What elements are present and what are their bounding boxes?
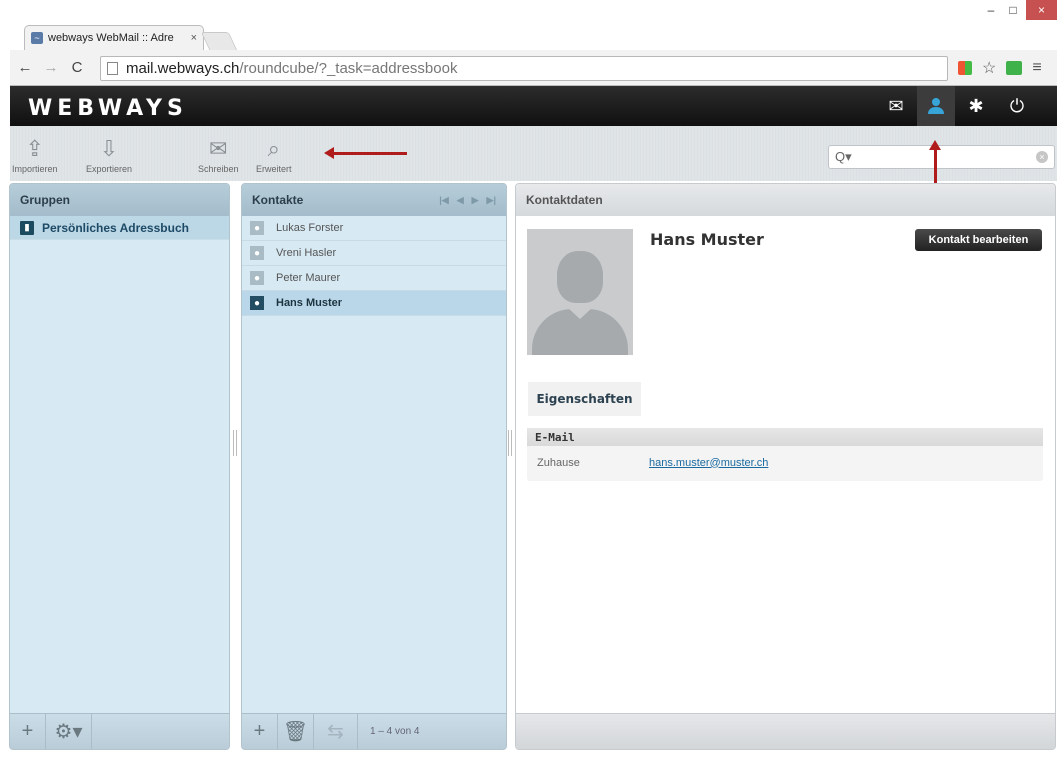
person-icon: ●: [250, 221, 264, 235]
person-icon: ●: [250, 296, 264, 310]
back-arrow-icon[interactable]: ←: [14, 57, 36, 79]
compose-mail-icon: ✉: [209, 136, 228, 161]
annotation-arrow-left: [324, 147, 407, 159]
quick-search-input[interactable]: Q▾ ×: [828, 145, 1055, 169]
address-host: mail.webways.ch: [126, 60, 240, 77]
export-button[interactable]: ⇩ Exportieren: [86, 134, 132, 174]
move-contact-icon[interactable]: ⇆: [314, 713, 358, 749]
email-row: Zuhause hans.muster@muster.ch: [527, 446, 1043, 479]
contact-name: Hans Muster: [276, 297, 343, 309]
contact-fullname: Hans Muster: [650, 230, 764, 249]
close-window-icon[interactable]: ×: [1026, 0, 1057, 20]
tab-properties[interactable]: Eigenschaften: [528, 382, 641, 416]
contact-name: Lukas Forster: [276, 222, 344, 234]
next-page-icon[interactable]: ▶: [472, 195, 479, 206]
webways-favicon-icon: ~: [31, 32, 43, 44]
contact-photo: [527, 229, 633, 355]
contacts-title: Kontakte: [252, 193, 304, 207]
delete-trash-icon[interactable]: 🗑: [278, 713, 314, 749]
export-icon: ⇩: [99, 136, 119, 161]
tab-title: webways WebMail :: Adre: [48, 32, 174, 44]
contact-details-panel: Kontaktdaten Hans Muster Kontakt bearbei…: [515, 183, 1056, 750]
app-header: WEBWAYS ✉ ✱ ⏻: [10, 86, 1057, 126]
group-item-label: Persönliches Adressbuch: [42, 220, 189, 235]
new-tab-button[interactable]: [200, 32, 238, 50]
first-page-icon[interactable]: |◀: [439, 195, 448, 206]
email-type-label: Zuhause: [537, 456, 580, 469]
last-page-icon[interactable]: ▶|: [487, 195, 496, 206]
export-label: Exportieren: [86, 164, 133, 174]
maximize-icon[interactable]: □: [1002, 0, 1024, 20]
group-item[interactable]: ▮ Persönliches Adressbuch: [10, 216, 229, 240]
address-bar[interactable]: mail.webways.ch/roundcube/?_task=address…: [100, 56, 948, 81]
advanced-search-button[interactable]: ⌕ Erweitert: [256, 134, 292, 174]
details-footer: [516, 713, 1055, 749]
email-link[interactable]: hans.muster@muster.ch: [649, 457, 768, 469]
webways-logo: WEBWAYS: [28, 96, 188, 121]
search-options-icon[interactable]: Q▾: [835, 149, 852, 165]
mail-icon[interactable]: ✉: [877, 86, 915, 126]
clear-search-icon[interactable]: ×: [1036, 151, 1048, 163]
extension-icon[interactable]: [958, 61, 972, 75]
import-icon: ⇪: [25, 136, 44, 161]
contact-name: Vreni Hasler: [276, 247, 337, 259]
import-label: Importieren: [12, 164, 58, 174]
address-path: /roundcube/?_task=addressbook: [239, 60, 458, 77]
browser-tab[interactable]: ~ webways WebMail :: Adre ×: [24, 25, 204, 50]
group-options-gear-icon[interactable]: ⚙▾: [46, 713, 92, 749]
prev-page-icon[interactable]: ◀: [457, 195, 464, 206]
extension-green-icon[interactable]: [1006, 61, 1023, 75]
person-icon: ●: [250, 271, 264, 285]
splitter-handle[interactable]: [233, 430, 237, 456]
groups-panel: Gruppen ▮ Persönliches Adressbuch + ⚙▾: [9, 183, 230, 750]
contacts-footer: + 🗑 ⇆ 1 – 4 von 4: [242, 713, 506, 749]
import-button[interactable]: ⇪ Importieren: [12, 134, 58, 174]
contact-row[interactable]: ● Peter Maurer: [242, 266, 506, 291]
groups-footer: + ⚙▾: [10, 713, 229, 749]
logout-power-icon[interactable]: ⏻: [998, 86, 1036, 126]
addressbook-icon: ▮: [20, 220, 34, 235]
minimize-icon[interactable]: –: [980, 0, 1002, 20]
contact-row[interactable]: ● Vreni Hasler: [242, 241, 506, 266]
browser-navbar: ← → C mail.webways.ch/roundcube/?_task=a…: [10, 50, 1057, 86]
email-section: E-Mail Zuhause hans.muster@muster.ch: [527, 428, 1043, 481]
contact-row[interactable]: ● Lukas Forster: [242, 216, 506, 241]
groups-header: Gruppen: [10, 184, 229, 216]
tab-close-icon[interactable]: ×: [191, 32, 197, 44]
advanced-label: Erweitert: [256, 164, 292, 174]
splitter-handle[interactable]: [508, 430, 512, 456]
add-contact-button[interactable]: +: [242, 713, 278, 749]
contacts-panel: Kontakte |◀ ◀ ▶ ▶| ● Lukas Forster ● Vre…: [241, 183, 507, 750]
browser-tabstrip: ~ webways WebMail :: Adre × – □ ×: [0, 0, 1057, 50]
compose-button[interactable]: ✉ Schreiben: [198, 134, 239, 174]
add-group-button[interactable]: +: [10, 713, 46, 749]
contacts-header: Kontakte |◀ ◀ ▶ ▶|: [242, 184, 506, 216]
menu-icon[interactable]: ≡: [1032, 59, 1041, 77]
pager: |◀ ◀ ▶ ▶|: [439, 195, 496, 206]
search-icon: ⌕: [267, 136, 280, 161]
contact-count: 1 – 4 von 4: [370, 726, 420, 737]
forward-arrow-icon[interactable]: →: [40, 57, 62, 79]
edit-contact-button[interactable]: Kontakt bearbeiten: [915, 229, 1042, 251]
contact-name: Peter Maurer: [276, 272, 341, 284]
compose-label: Schreiben: [198, 164, 239, 174]
email-section-title: E-Mail: [527, 428, 1043, 446]
settings-gear-icon[interactable]: ✱: [957, 86, 995, 126]
details-header: Kontaktdaten: [516, 184, 1055, 216]
reload-icon[interactable]: C: [66, 57, 88, 79]
person-icon: ●: [250, 246, 264, 260]
contact-row-selected[interactable]: ● Hans Muster: [242, 291, 506, 316]
page-icon: [107, 62, 118, 75]
contacts-icon[interactable]: [917, 86, 955, 126]
bookmark-star-icon[interactable]: ☆: [982, 58, 996, 78]
